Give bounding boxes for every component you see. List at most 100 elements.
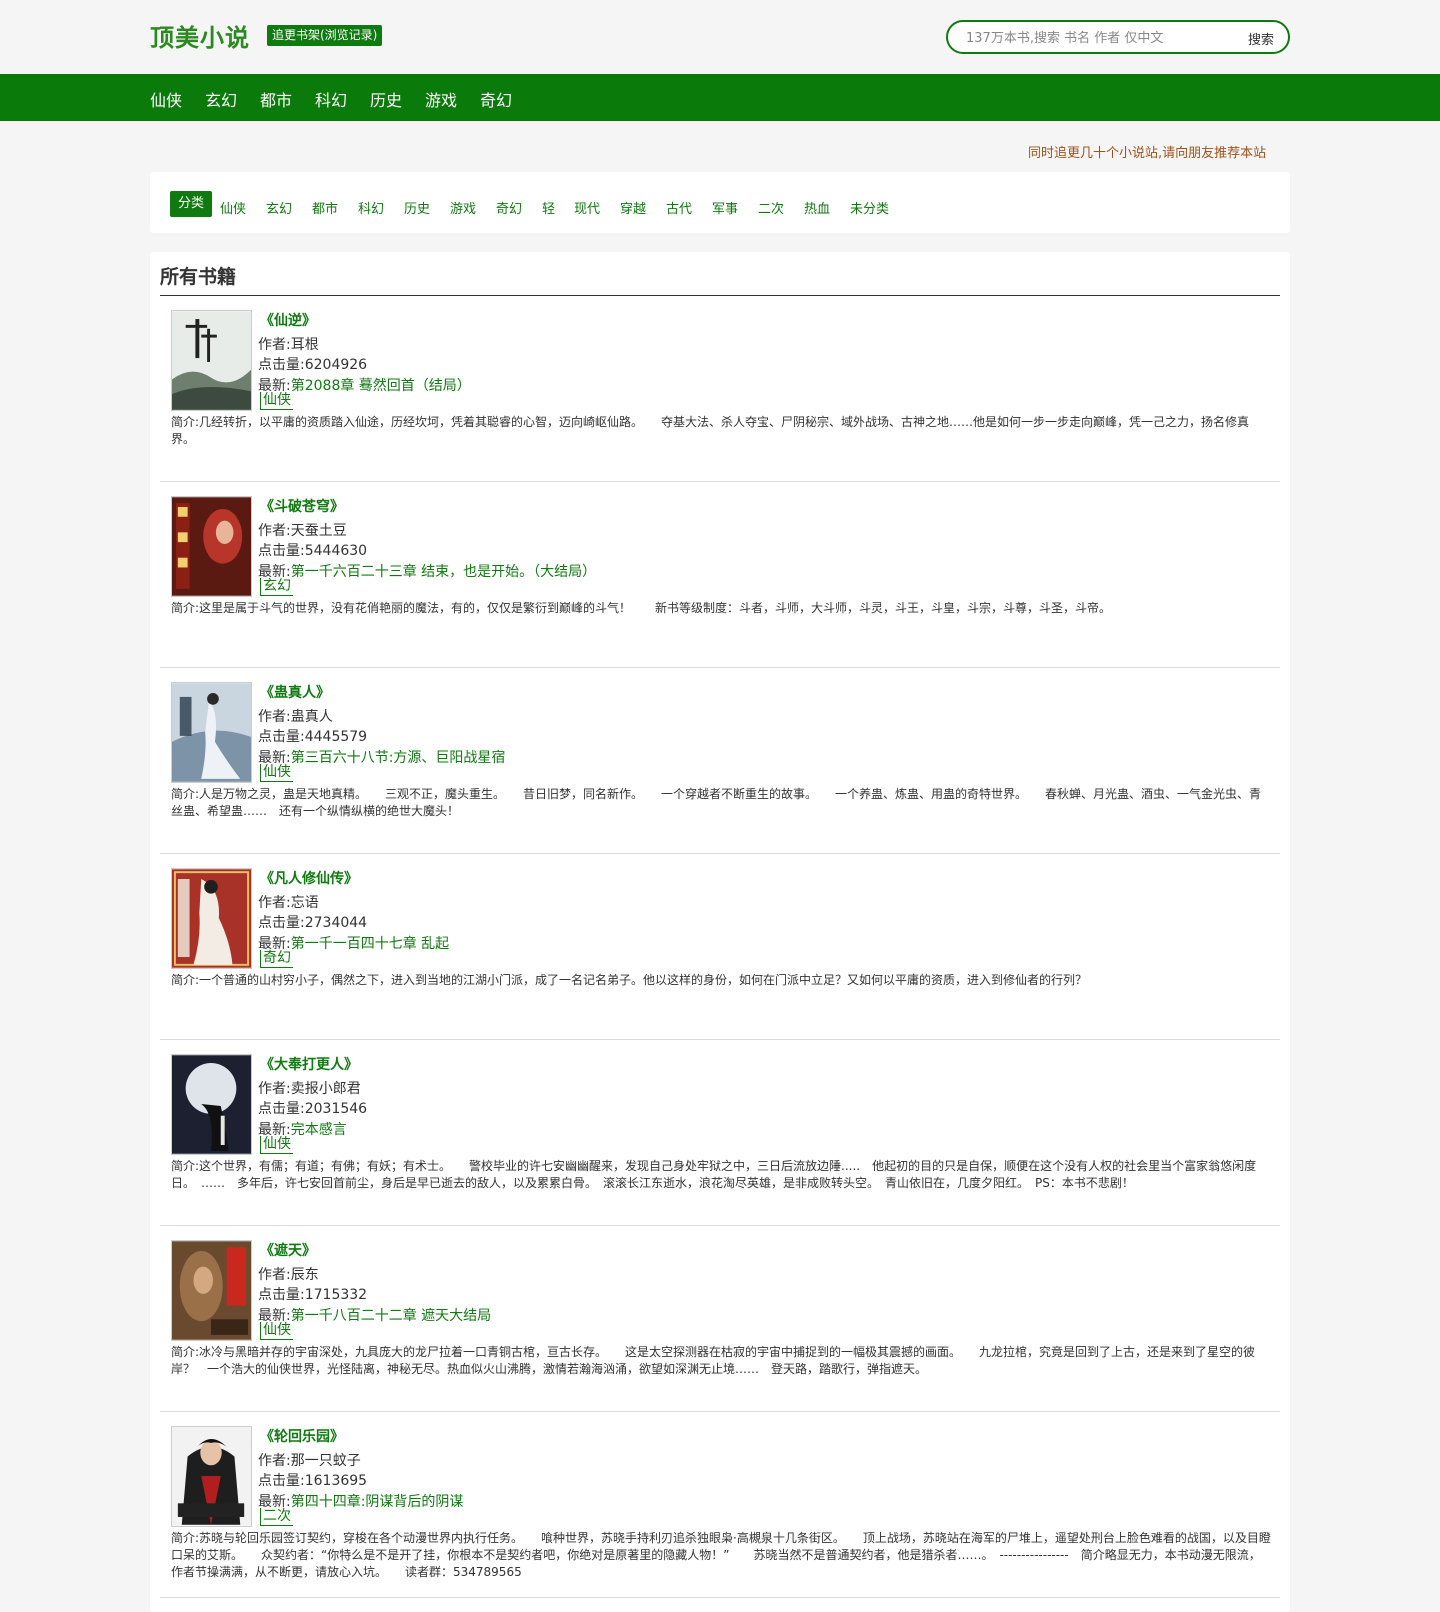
clicks-label: 点击量:	[258, 1473, 305, 1489]
search-button[interactable]: 搜索	[1248, 29, 1274, 48]
category-xuanhuan[interactable]: 玄幻	[266, 198, 292, 217]
intro-label: 简介:	[171, 1345, 200, 1359]
category-qihuan[interactable]: 奇幻	[496, 198, 522, 217]
intro-label: 简介:	[171, 973, 200, 987]
main-nav: 仙侠 玄幻 都市 科幻 历史 游戏 奇幻	[0, 74, 1440, 121]
book-intro: 几经转折，以平庸的资质踏入仙途，历经坎坷，凭着其聪睿的心智，迈向崎岖仙路。 夺基…	[171, 415, 1250, 446]
category-xianxia[interactable]: 仙侠	[220, 198, 246, 217]
book-cover[interactable]	[171, 682, 252, 783]
book-cover[interactable]	[171, 1054, 252, 1155]
category-youxi[interactable]: 游戏	[450, 198, 476, 217]
category-lishi[interactable]: 历史	[404, 198, 430, 217]
category-junshi[interactable]: 军事	[712, 198, 738, 217]
book-item: 《大奉打更人》 作者:卖报小郎君 点击量:2031546 最新:完本感言 仙侠 …	[160, 1040, 1280, 1226]
latest-chapter-link[interactable]: 第三百六十八节:方源、巨阳战星宿	[291, 750, 506, 766]
book-author: 辰东	[290, 1267, 319, 1283]
latest-chapter-link[interactable]: 第一千八百二十二章 遮天大结局	[291, 1308, 491, 1324]
author-label: 作者:	[258, 709, 291, 725]
book-list: 所有书籍 《仙逆》 作者:耳根 点击量:6204926 最新:第2088章 蓦然…	[150, 252, 1290, 1612]
notice-marquee: 同时追更几十个小说站,请向朋友推荐本站	[1028, 146, 1267, 161]
author-label: 作者:	[258, 1267, 291, 1283]
latest-chapter-link[interactable]: 完本感言	[291, 1122, 347, 1138]
book-tag[interactable]: 二次	[260, 1508, 293, 1526]
book-author: 忘语	[290, 895, 319, 911]
nav-item-lishi[interactable]: 历史	[370, 87, 402, 111]
book-author: 那一只蚊子	[290, 1453, 361, 1469]
category-dushi[interactable]: 都市	[312, 198, 338, 217]
nav-item-qihuan[interactable]: 奇幻	[480, 87, 512, 111]
category-erci[interactable]: 二次	[758, 198, 784, 217]
book-title[interactable]: 《遮天》	[260, 1240, 316, 1260]
book-clicks: 1613695	[304, 1473, 368, 1489]
bookshelf-button[interactable]: 追更书架(浏览记录)	[267, 25, 383, 46]
book-intro: 这个世界，有儒；有道；有佛；有妖；有术士。 警校毕业的许七安幽幽醒来，发现自己身…	[171, 1159, 1257, 1190]
latest-chapter-link[interactable]: 第一千六百二十三章 结束，也是开始。（大结局）	[291, 564, 596, 580]
category-gudai[interactable]: 古代	[666, 198, 692, 217]
author-label: 作者:	[258, 895, 291, 911]
clicks-label: 点击量:	[258, 543, 305, 559]
book-intro: 这里是属于斗气的世界，没有花俏艳丽的魔法，有的，仅仅是繁衍到巅峰的斗气！ 新书等…	[199, 601, 1112, 615]
intro-label: 简介:	[171, 1159, 200, 1173]
book-author: 耳根	[290, 337, 319, 353]
nav-item-dushi[interactable]: 都市	[260, 87, 292, 111]
category-rexue[interactable]: 热血	[804, 198, 830, 217]
book-author: 天蚕土豆	[290, 523, 347, 539]
nav-item-kehuan[interactable]: 科幻	[315, 87, 347, 111]
category-qing[interactable]: 轻	[542, 198, 555, 217]
category-bar: 分类 仙侠 玄幻 都市 科幻 历史 游戏 奇幻 轻 现代 穿越 古代 军事 二次…	[150, 172, 1290, 233]
book-item: 《蛊真人》 作者:蛊真人 点击量:4445579 最新:第三百六十八节:方源、巨…	[160, 668, 1280, 854]
latest-chapter-link[interactable]: 第一千一百四十七章 乱起	[291, 936, 449, 952]
book-title[interactable]: 《大奉打更人》	[260, 1054, 358, 1074]
category-label: 分类	[170, 191, 213, 217]
category-chuanyue[interactable]: 穿越	[620, 198, 646, 217]
book-intro: 人是万物之灵，蛊是天地真精。 三观不正，魔头重生。 昔日旧梦，同名新作。 一个穿…	[171, 787, 1262, 818]
book-item: 《凡人修仙传》 作者:忘语 点击量:2734044 最新:第一千一百四十七章 乱…	[160, 854, 1280, 1040]
category-kehuan[interactable]: 科幻	[358, 198, 384, 217]
nav-item-xianxia[interactable]: 仙侠	[150, 87, 182, 111]
clicks-label: 点击量:	[258, 729, 305, 745]
latest-chapter-link[interactable]: 第2088章 蓦然回首（结局）	[291, 378, 471, 394]
book-item: 《仙逆》 作者:耳根 点击量:6204926 最新:第2088章 蓦然回首（结局…	[160, 296, 1280, 482]
site-logo[interactable]: 顶美小说	[150, 18, 250, 53]
clicks-label: 点击量:	[258, 1101, 305, 1117]
book-tag[interactable]: 仙侠	[260, 1322, 293, 1340]
book-intro: 冰冷与黑暗并存的宇宙深处，九具庞大的龙尸拉着一口青铜古棺，亘古长存。 这是太空探…	[171, 1345, 1256, 1376]
book-title[interactable]: 《斗破苍穹》	[260, 496, 344, 516]
category-xiandai[interactable]: 现代	[574, 198, 600, 217]
book-tag[interactable]: 玄幻	[260, 578, 293, 596]
book-tag[interactable]: 仙侠	[260, 764, 293, 782]
book-cover[interactable]	[171, 310, 252, 411]
author-label: 作者:	[258, 1081, 291, 1097]
book-clicks: 2734044	[304, 915, 368, 931]
book-tag[interactable]: 奇幻	[260, 950, 293, 968]
book-title[interactable]: 《凡人修仙传》	[260, 868, 358, 888]
book-clicks: 6204926	[304, 357, 368, 373]
search-input[interactable]	[966, 28, 1236, 48]
intro-label: 简介:	[171, 415, 200, 429]
intro-label: 简介:	[171, 601, 200, 615]
clicks-label: 点击量:	[258, 357, 305, 373]
book-intro: 一个普通的山村穷小子，偶然之下，进入到当地的江湖小门派，成了一名记名弟子。他以这…	[199, 973, 1088, 987]
book-item: 《遮天》 作者:辰东 点击量:1715332 最新:第一千八百二十二章 遮天大结…	[160, 1226, 1280, 1412]
intro-label: 简介:	[171, 787, 200, 801]
book-intro: 苏晓与轮回乐园签订契约，穿梭在各个动漫世界内执行任务。 喰种世界，苏晓手持利刃追…	[171, 1531, 1271, 1579]
book-clicks: 2031546	[304, 1101, 368, 1117]
author-label: 作者:	[258, 523, 291, 539]
clicks-label: 点击量:	[258, 915, 305, 931]
book-tag[interactable]: 仙侠	[260, 1136, 293, 1154]
book-cover[interactable]	[171, 868, 252, 969]
book-cover[interactable]	[171, 1426, 252, 1527]
category-uncategorized[interactable]: 未分类	[850, 198, 889, 217]
book-tag[interactable]: 仙侠	[260, 392, 293, 410]
author-label: 作者:	[258, 1453, 291, 1469]
book-clicks: 5444630	[304, 543, 368, 559]
nav-item-xuanhuan[interactable]: 玄幻	[205, 87, 237, 111]
book-title[interactable]: 《轮回乐园》	[260, 1426, 344, 1446]
book-title[interactable]: 《仙逆》	[260, 310, 316, 330]
book-title[interactable]: 《蛊真人》	[260, 682, 330, 702]
list-title: 所有书籍	[160, 266, 237, 288]
book-cover[interactable]	[171, 496, 252, 597]
book-cover[interactable]	[171, 1240, 252, 1341]
nav-item-youxi[interactable]: 游戏	[425, 87, 457, 111]
latest-chapter-link[interactable]: 第四十四章:阴谋背后的阴谋	[291, 1494, 464, 1510]
